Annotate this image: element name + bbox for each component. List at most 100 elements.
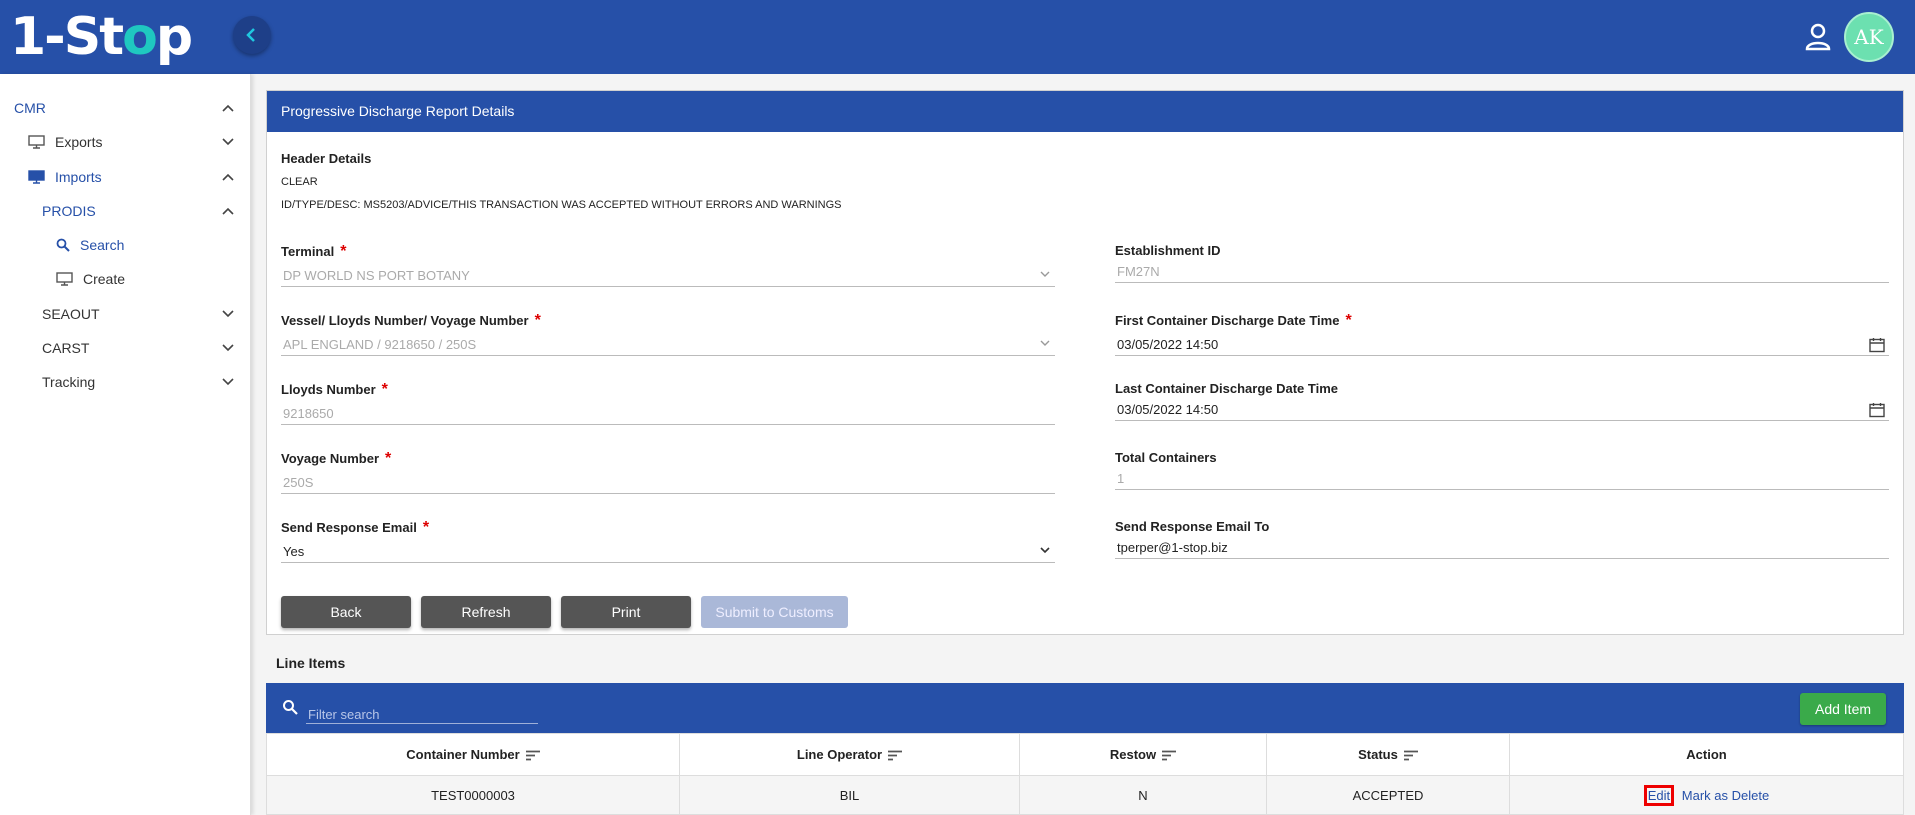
- lloyds-input[interactable]: 9218650: [281, 403, 1055, 425]
- avatar[interactable]: AK: [1844, 12, 1894, 62]
- last-discharge-field: Last Container Discharge Date Time 03/05…: [1115, 381, 1889, 421]
- mark-as-delete-link[interactable]: Mark as Delete: [1682, 788, 1769, 803]
- print-button[interactable]: Print: [561, 596, 691, 628]
- sidebar-item-label: Search: [80, 237, 125, 253]
- chevron-up-icon: [222, 173, 234, 181]
- status-cell: ACCEPTED: [1266, 775, 1510, 815]
- chevron-down-icon: [222, 344, 234, 352]
- sidebar-item-label: CARST: [42, 340, 90, 356]
- establishment-input[interactable]: FM27N: [1115, 261, 1889, 283]
- details-card: Progressive Discharge Report Details Hea…: [266, 90, 1904, 635]
- voyage-label: Voyage Number: [281, 451, 380, 466]
- back-button[interactable]: Back: [281, 596, 411, 628]
- voyage-field: Voyage Number * 250S: [281, 450, 1055, 494]
- voyage-input[interactable]: 250S: [281, 472, 1055, 494]
- column-header-restow[interactable]: Restow: [1019, 733, 1267, 776]
- sidebar-item-create[interactable]: Create: [56, 271, 234, 287]
- field-label: Vessel/ Lloyds Number/ Voyage Number *: [281, 312, 1055, 330]
- vessel-label: Vessel/ Lloyds Number/ Voyage Number: [281, 313, 529, 328]
- first-discharge-field: First Container Discharge Date Time * 03/…: [1115, 312, 1889, 356]
- column-label: Restow: [1109, 747, 1157, 762]
- sidebar-item-tracking[interactable]: Tracking: [42, 374, 234, 390]
- line-items-table: Container Number Line Operator Restow St…: [266, 733, 1904, 815]
- sidebar: CMR Exports Imports PRODIS Search Create…: [0, 74, 251, 815]
- total-containers-field: Total Containers 1: [1115, 450, 1889, 490]
- chevron-down-icon: [1040, 340, 1050, 346]
- first-discharge-input[interactable]: 03/05/2022 14:50: [1115, 334, 1889, 356]
- sidebar-item-label: SEAOUT: [42, 306, 100, 322]
- sort-icon[interactable]: [1162, 750, 1177, 761]
- last-discharge-value: 03/05/2022 14:50: [1117, 402, 1219, 417]
- card-title: Progressive Discharge Report Details: [267, 91, 1903, 132]
- sidebar-item-label: Exports: [55, 134, 103, 150]
- last-discharge-label: Last Container Discharge Date Time: [1115, 381, 1338, 396]
- terminal-value: DP WORLD NS PORT BOTANY: [283, 268, 470, 283]
- column-label: Action: [1686, 747, 1727, 762]
- send-email-select[interactable]: Yes: [281, 541, 1055, 563]
- sidebar-collapse-button[interactable]: [233, 16, 271, 54]
- sidebar-item-label: PRODIS: [42, 203, 96, 219]
- sidebar-item-carst[interactable]: CARST: [42, 340, 234, 356]
- edit-link[interactable]: Edit: [1643, 784, 1675, 806]
- logo[interactable]: 1-Stop: [10, 8, 193, 66]
- sidebar-item-seaout[interactable]: SEAOUT: [42, 306, 234, 322]
- column-header-line-operator[interactable]: Line Operator: [679, 733, 1020, 776]
- calendar-icon[interactable]: [1869, 402, 1885, 418]
- lloyds-field: Lloyds Number * 9218650: [281, 381, 1055, 425]
- chevron-left-icon: [246, 28, 255, 42]
- line-items-title: Line Items: [276, 655, 346, 671]
- terminal-select[interactable]: DP WORLD NS PORT BOTANY: [281, 265, 1055, 287]
- send-email-label: Send Response Email: [281, 520, 417, 535]
- search-icon: [283, 700, 298, 715]
- user-icon[interactable]: [1803, 22, 1833, 52]
- vessel-field: Vessel/ Lloyds Number/ Voyage Number * AP…: [281, 312, 1055, 356]
- establishment-field: Establishment ID FM27N: [1115, 243, 1889, 283]
- field-label: Lloyds Number *: [281, 381, 1055, 399]
- email-to-input[interactable]: tperper@1-stop.biz: [1115, 537, 1889, 559]
- first-discharge-value: 03/05/2022 14:50: [1117, 337, 1219, 352]
- total-containers-input[interactable]: 1: [1115, 468, 1889, 490]
- field-label: Voyage Number *: [281, 450, 1055, 468]
- establishment-label: Establishment ID: [1115, 243, 1221, 258]
- chevron-down-icon: [222, 310, 234, 318]
- vessel-value: APL ENGLAND / 9218650 / 250S: [283, 337, 477, 352]
- filter-search-input[interactable]: Filter search: [306, 701, 538, 724]
- column-header-status[interactable]: Status: [1266, 733, 1510, 776]
- terminal-field: Terminal * DP WORLD NS PORT BOTANY: [281, 243, 1055, 287]
- required-marker: *: [385, 450, 392, 467]
- required-marker: *: [1345, 312, 1352, 329]
- required-marker: *: [534, 312, 541, 329]
- column-header-container-number[interactable]: Container Number: [266, 733, 680, 776]
- column-label: Line Operator: [796, 747, 883, 762]
- sort-icon[interactable]: [888, 750, 903, 761]
- submit-to-customs-button[interactable]: Submit to Customs: [701, 596, 848, 628]
- send-email-value: Yes: [283, 544, 305, 559]
- restow-cell: N: [1019, 775, 1267, 815]
- vessel-select[interactable]: APL ENGLAND / 9218650 / 250S: [281, 334, 1055, 356]
- sidebar-item-exports[interactable]: Exports: [28, 134, 234, 150]
- required-marker: *: [381, 381, 388, 398]
- sidebar-item-cmr[interactable]: CMR: [14, 100, 234, 116]
- monitor-icon: [28, 170, 45, 184]
- sidebar-item-imports[interactable]: Imports: [28, 169, 234, 185]
- sort-icon[interactable]: [1403, 750, 1418, 761]
- field-label: Terminal *: [281, 243, 1055, 261]
- required-marker: *: [340, 243, 347, 260]
- required-marker: *: [422, 519, 430, 536]
- lloyds-label: Lloyds Number: [281, 382, 376, 397]
- sort-icon[interactable]: [525, 750, 540, 761]
- calendar-icon[interactable]: [1869, 337, 1885, 353]
- top-bar: 1-Stop AK: [0, 0, 1915, 74]
- header-details-title: Header Details: [281, 151, 372, 166]
- refresh-button[interactable]: Refresh: [421, 596, 551, 628]
- add-item-button[interactable]: Add Item: [1800, 693, 1886, 725]
- sidebar-item-label: Imports: [55, 169, 102, 185]
- sidebar-item-prodis[interactable]: PRODIS: [42, 203, 234, 219]
- first-discharge-label: First Container Discharge Date Time: [1115, 313, 1340, 328]
- line-operator-cell: BIL: [679, 775, 1020, 815]
- action-cell: Edit Mark as Delete: [1509, 775, 1904, 815]
- description-line: ID/TYPE/DESC: MS5203/ADVICE/THIS TRANSAC…: [281, 199, 842, 211]
- sidebar-item-search[interactable]: Search: [56, 237, 234, 253]
- line-items-toolbar: Filter search Add Item: [266, 683, 1904, 733]
- last-discharge-input[interactable]: 03/05/2022 14:50: [1115, 399, 1889, 421]
